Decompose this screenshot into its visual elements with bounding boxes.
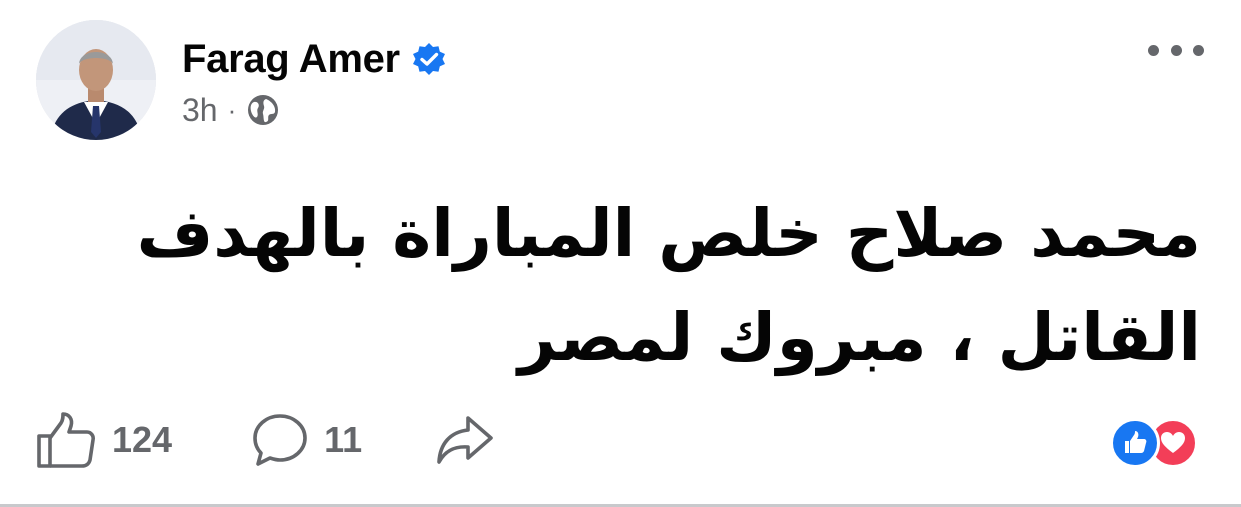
- author-name[interactable]: Farag Amer: [182, 37, 400, 82]
- like-button[interactable]: 124: [36, 411, 172, 469]
- like-reaction-icon: [1110, 418, 1160, 468]
- post-meta: 3h ·: [182, 88, 280, 132]
- post-time[interactable]: 3h: [182, 92, 218, 129]
- avatar-portrait: [36, 20, 156, 140]
- post-actions: 124 11: [36, 410, 496, 470]
- author-avatar[interactable]: [36, 20, 156, 140]
- share-icon: [437, 416, 493, 464]
- more-dot-icon: [1148, 44, 1159, 56]
- post-text: محمد صلاح خلص المباراة بالهدف القاتل ، م…: [136, 195, 1201, 376]
- more-dot-icon: [1170, 44, 1182, 56]
- comment-bubble-icon: [253, 414, 307, 466]
- like-count: 124: [112, 419, 173, 460]
- comment-count: 11: [324, 419, 363, 460]
- thumbs-up-icon: [37, 412, 95, 468]
- more-options-button[interactable]: [1148, 36, 1204, 64]
- more-dot-icon: [1193, 44, 1204, 56]
- meta-separator: ·: [227, 94, 237, 125]
- globe-icon[interactable]: [246, 93, 280, 127]
- share-button[interactable]: [434, 411, 496, 469]
- comment-button[interactable]: 11: [250, 411, 362, 469]
- author-row: Farag Amer: [182, 34, 446, 84]
- verified-badge-icon: [412, 42, 446, 76]
- reaction-summary[interactable]: [1110, 418, 1210, 470]
